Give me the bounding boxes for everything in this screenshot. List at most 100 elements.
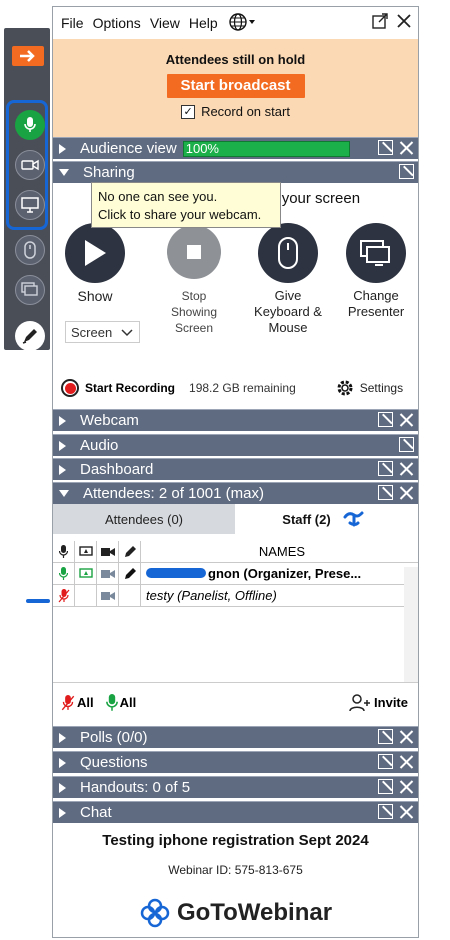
chevron-down-icon <box>121 329 133 337</box>
tab-attendees[interactable]: Attendees (0) <box>53 504 235 534</box>
popout-icon[interactable] <box>378 140 393 155</box>
section-polls-label: Polls (0/0) <box>80 729 148 746</box>
unmute-all-icon[interactable] <box>105 693 118 712</box>
menu-options[interactable]: Options <box>93 15 141 31</box>
mute-all-label[interactable]: All <box>77 695 94 710</box>
mic-muted-icon[interactable] <box>53 584 75 607</box>
record-button[interactable] <box>61 379 79 397</box>
gotowebinar-logo: GoToWebinar <box>53 897 418 929</box>
logo-text: GoToWebinar <box>176 899 333 926</box>
add-person-icon[interactable] <box>349 693 371 712</box>
tab-staff-label: Staff (2) <box>282 511 331 527</box>
empty-cell <box>119 584 141 607</box>
popout-icon[interactable] <box>399 164 414 179</box>
section-audio-label: Audio <box>80 437 119 454</box>
attendee-name: gnon (Organizer, Prese... <box>141 566 418 581</box>
section-attendees[interactable]: Attendees: 2 of 1001 (max) <box>53 482 418 504</box>
popout-icon[interactable] <box>378 779 393 794</box>
camera-off-icon <box>97 584 119 607</box>
expand-triangle-icon <box>59 415 66 426</box>
close-icon[interactable] <box>399 754 414 769</box>
change-presenter-big-button[interactable] <box>346 223 406 283</box>
close-icon[interactable] <box>396 13 412 29</box>
section-chat-label: Chat <box>80 804 112 821</box>
storage-remaining: 198.2 GB remaining <box>189 381 296 395</box>
menu-file[interactable]: File <box>61 15 84 31</box>
give-keyboard-mouse-button[interactable] <box>15 235 45 265</box>
change-presenter-label: Change Presenter <box>347 288 405 319</box>
gear-icon[interactable] <box>334 377 356 399</box>
section-webcam[interactable]: Webcam <box>53 409 418 431</box>
table-row[interactable]: gnon (Organizer, Prese... <box>53 562 418 585</box>
close-icon[interactable] <box>399 140 414 155</box>
tab-staff[interactable]: Staff (2) <box>235 504 418 534</box>
expand-triangle-icon <box>59 807 66 818</box>
give-keyboard-mouse-big-button[interactable] <box>258 223 318 283</box>
popout-icon[interactable] <box>378 461 393 476</box>
popout-icon[interactable] <box>378 729 393 744</box>
section-sharing-label: Sharing <box>83 164 135 181</box>
on-hold-banner: Attendees still on hold Start broadcast … <box>53 39 418 137</box>
start-recording-label[interactable]: Start Recording <box>85 381 175 395</box>
table-row[interactable]: testy (Panelist, Offline) <box>53 584 418 607</box>
expand-triangle-icon <box>59 782 66 793</box>
language-globe-icon[interactable] <box>229 12 257 34</box>
webinar-footer: Testing iphone registration Sept 2024 We… <box>53 829 418 929</box>
webinar-id: Webinar ID: 575-813-675 <box>168 863 303 877</box>
popout-icon[interactable] <box>372 13 388 29</box>
popout-icon[interactable] <box>378 754 393 769</box>
popout-icon[interactable] <box>378 485 393 500</box>
close-icon[interactable] <box>399 412 414 427</box>
attendee-grid: NAMES gnon (Organizer, Prese... testy (P… <box>53 540 418 607</box>
close-icon[interactable] <box>399 779 414 794</box>
mute-all-icon[interactable] <box>61 694 75 711</box>
menu-help[interactable]: Help <box>189 15 218 31</box>
annotation-highlight <box>6 100 48 230</box>
section-audio[interactable]: Audio <box>53 434 418 456</box>
section-audience-view[interactable]: Audience view 100% <box>53 137 418 159</box>
show-screen-button[interactable] <box>65 223 125 283</box>
settings-label[interactable]: Settings <box>360 381 403 395</box>
recording-row: Start Recording 198.2 GB remaining Setti… <box>53 371 418 405</box>
popout-icon[interactable] <box>399 437 414 452</box>
section-chat[interactable]: Chat <box>53 801 418 823</box>
invite-label[interactable]: Invite <box>374 695 408 710</box>
add-staff-icon[interactable] <box>341 509 371 529</box>
stop-icon <box>187 245 201 259</box>
section-polls[interactable]: Polls (0/0) <box>53 726 418 748</box>
tooltip-line-1: No one can see you. <box>98 189 218 204</box>
record-on-start-checkbox[interactable]: ✓ <box>181 104 196 119</box>
expand-triangle-icon <box>59 440 66 451</box>
section-sharing[interactable]: Sharing <box>53 161 418 183</box>
show-screen-select[interactable]: Screen <box>65 321 140 343</box>
expand-triangle-icon <box>59 732 66 743</box>
section-dashboard-label: Dashboard <box>80 461 154 478</box>
drawing-tools-button[interactable] <box>15 321 45 351</box>
close-icon[interactable] <box>399 461 414 476</box>
attendee-scrollbar[interactable] <box>404 567 418 682</box>
unmute-all-label[interactable]: All <box>120 695 137 710</box>
section-handouts[interactable]: Handouts: 0 of 5 <box>53 776 418 798</box>
change-presenter-button[interactable] <box>15 275 45 305</box>
webcam-tooltip: No one can see you. Click to share your … <box>91 182 281 228</box>
expand-arrow-button[interactable] <box>12 46 44 66</box>
start-broadcast-button[interactable]: Start broadcast <box>166 74 305 98</box>
close-icon[interactable] <box>399 485 414 500</box>
empty-cell <box>75 584 97 607</box>
popout-icon[interactable] <box>378 412 393 427</box>
annotation-stroke <box>26 599 50 603</box>
redaction-mark <box>146 568 206 578</box>
popout-icon[interactable] <box>378 804 393 819</box>
close-icon[interactable] <box>399 804 414 819</box>
close-icon[interactable] <box>399 729 414 744</box>
flower-logo-icon <box>140 898 170 928</box>
section-questions[interactable]: Questions <box>53 751 418 773</box>
presenter-screens-icon <box>21 282 38 296</box>
show-label: Show <box>77 288 113 304</box>
collapse-triangle-icon <box>59 169 69 176</box>
stop-showing-screen-button[interactable] <box>167 225 221 279</box>
menu-view[interactable]: View <box>150 15 180 31</box>
mic-on-icon[interactable] <box>53 562 75 585</box>
on-hold-title: Attendees still on hold <box>165 52 306 67</box>
section-dashboard[interactable]: Dashboard <box>53 458 418 480</box>
